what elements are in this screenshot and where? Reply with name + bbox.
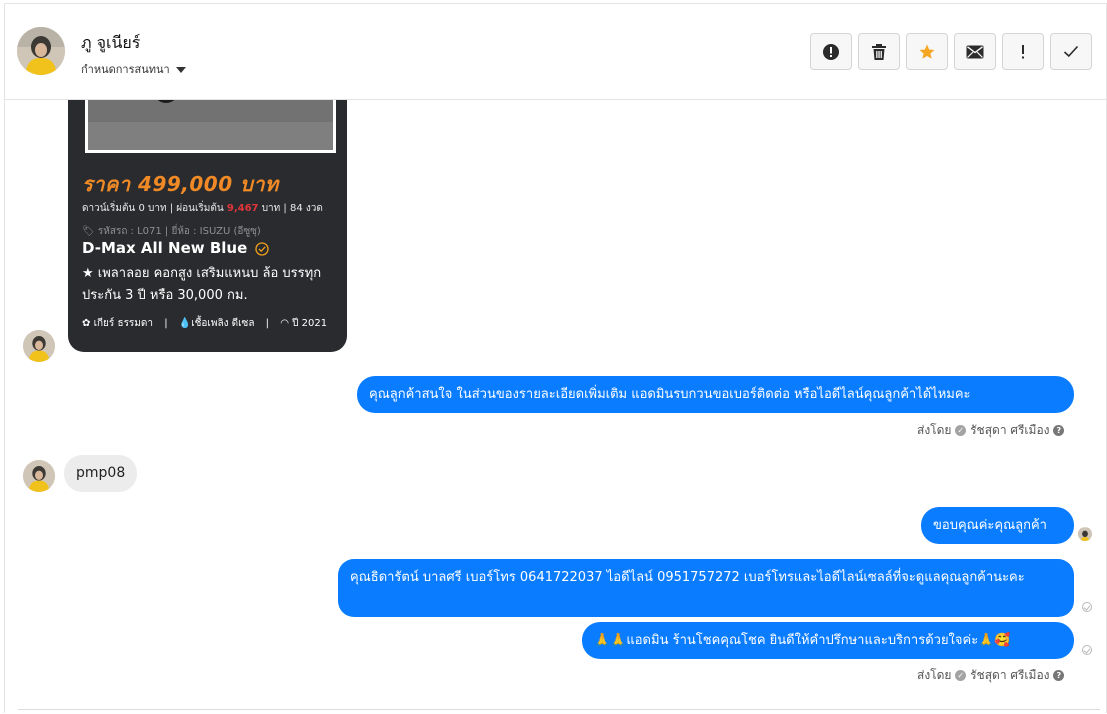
sent-by-label: ส่งโดย ✓ รัชสุดา ศรีเมือง ? bbox=[917, 666, 1065, 685]
message-outgoing[interactable]: คุณธิดารัตน์ บาลศรี เบอร์โทร 0641722037 … bbox=[338, 559, 1074, 617]
tag-icon: 🏷 bbox=[82, 226, 98, 237]
installment-amount: 9,467 bbox=[226, 203, 259, 214]
spec-gear: เกียร์ ธรรมดา bbox=[93, 318, 154, 329]
fuel-drop-icon: 💧 bbox=[178, 318, 192, 329]
seen-avatar bbox=[1078, 527, 1092, 541]
spec-fuel: เชื้อเพลิง ดีเซล bbox=[191, 318, 255, 329]
message-outgoing[interactable]: ขอบคุณค่ะคุณลูกค้า bbox=[921, 507, 1074, 544]
listing-features: ★ เพลาลอย คอกสูง เสริมแหนบ ล้อ บรรทุก ปร… bbox=[82, 266, 322, 303]
report-button[interactable] bbox=[810, 33, 852, 70]
message-text: pmp08 bbox=[76, 465, 126, 481]
listing-model: D-Max All New Blue bbox=[82, 239, 270, 257]
message-outgoing[interactable]: คุณลูกค้าสนใจ ในส่วนของรายละเอียดเพิ่มเต… bbox=[357, 376, 1074, 413]
help-icon[interactable]: ? bbox=[1053, 425, 1065, 436]
sent-by-prefix: ส่งโดย bbox=[917, 423, 952, 437]
done-button[interactable] bbox=[1050, 33, 1092, 70]
envelope-icon bbox=[966, 45, 984, 58]
delivered-check-icon bbox=[1082, 602, 1092, 612]
message-outgoing[interactable]: 🙏🙏แอดมิน ร้านโชคคุณโชค ยินดีให้คำปรึกษาแ… bbox=[582, 622, 1074, 659]
contact-avatar-small bbox=[23, 460, 55, 492]
message-text: คุณลูกค้าสนใจ ในส่วนของรายละเอียดเพิ่มเต… bbox=[369, 387, 971, 402]
sent-by-label: ส่งโดย ✓ รัชสุดา ศรีเมือง ? bbox=[917, 421, 1065, 440]
gauge-icon: ◠ bbox=[280, 318, 289, 329]
message-list[interactable]: ราคา 499,000 บาท ดาวน์เริ่มต้น 0 บาท | ผ… bbox=[5, 100, 1106, 713]
delivered-check-icon bbox=[1082, 645, 1092, 655]
star-icon bbox=[919, 44, 935, 59]
down-payment-text: ดาวน์เริ่มต้น 0 บาท | ผ่อนเริ่มต้น bbox=[82, 203, 224, 214]
car-photo bbox=[85, 100, 336, 153]
code-brand-text: รหัสรถ : L071 | ยี่ห้อ : ISUZU (อีซูซุ) bbox=[97, 226, 261, 237]
message-text: 🙏🙏แอดมิน ร้านโชคคุณโชค ยินดีให้คำปรึกษาแ… bbox=[594, 633, 1011, 648]
listing-specs: ✿ เกียร์ ธรรมดา | 💧เชื้อเพลิง ดีเซล | ◠ … bbox=[82, 318, 328, 329]
agent-icon: ✓ bbox=[955, 425, 967, 436]
header-toolbar bbox=[810, 33, 1092, 70]
installment-suffix: บาท | 84 งวด bbox=[261, 203, 323, 214]
help-icon[interactable]: ? bbox=[1053, 670, 1065, 681]
mark-unread-button[interactable] bbox=[954, 33, 996, 70]
listing-price: ราคา 499,000 บาท bbox=[82, 172, 279, 196]
sent-by-name: รัชสุดา ศรีเมือง bbox=[970, 668, 1050, 682]
chat-window: ภู จูเนียร์ กำหนดการสนทนา ราคา 499,000 บ… bbox=[4, 3, 1107, 713]
message-text: ขอบคุณค่ะคุณลูกค้า bbox=[933, 518, 1047, 533]
listing-terms: ดาวน์เริ่มต้น 0 บาท | ผ่อนเริ่มต้น 9,467… bbox=[82, 201, 323, 216]
contact-avatar-small bbox=[23, 330, 55, 362]
contact-name: ภู จูเนียร์ bbox=[81, 33, 141, 52]
trash-icon bbox=[872, 43, 886, 60]
message-incoming[interactable]: pmp08 bbox=[64, 455, 137, 492]
spec-year: ปี 2021 bbox=[292, 318, 328, 329]
check-icon bbox=[1063, 45, 1079, 58]
important-button[interactable] bbox=[1002, 33, 1044, 70]
exclamation-icon bbox=[1022, 44, 1024, 58]
star-button[interactable] bbox=[906, 33, 948, 70]
model-text: D-Max All New Blue bbox=[82, 239, 248, 257]
contact-avatar[interactable] bbox=[17, 27, 65, 75]
conversation-header: ภู จูเนียร์ กำหนดการสนทนา bbox=[5, 4, 1106, 100]
conversation-setting-label: กำหนดการสนทนา bbox=[81, 63, 170, 76]
message-text: คุณธิดารัตน์ บาลศรี เบอร์โทร 0641722037 … bbox=[350, 570, 1025, 585]
alert-circle-icon bbox=[823, 43, 839, 60]
conversation-setting-dropdown[interactable]: กำหนดการสนทนา bbox=[81, 60, 186, 78]
delete-button[interactable] bbox=[858, 33, 900, 70]
sent-by-prefix: ส่งโดย bbox=[917, 668, 952, 682]
listing-card-image[interactable]: ราคา 499,000 บาท ดาวน์เริ่มต้น 0 บาท | ผ… bbox=[68, 100, 347, 352]
caret-down-icon bbox=[175, 67, 186, 73]
verified-check-icon bbox=[255, 241, 270, 256]
sent-by-name: รัชสุดา ศรีเมือง bbox=[970, 423, 1050, 437]
divider bbox=[18, 709, 1100, 710]
listing-code-brand: 🏷 รหัสรถ : L071 | ยี่ห้อ : ISUZU (อีซูซุ… bbox=[82, 224, 261, 239]
agent-icon: ✓ bbox=[955, 670, 967, 681]
gear-icon: ✿ bbox=[82, 318, 91, 329]
